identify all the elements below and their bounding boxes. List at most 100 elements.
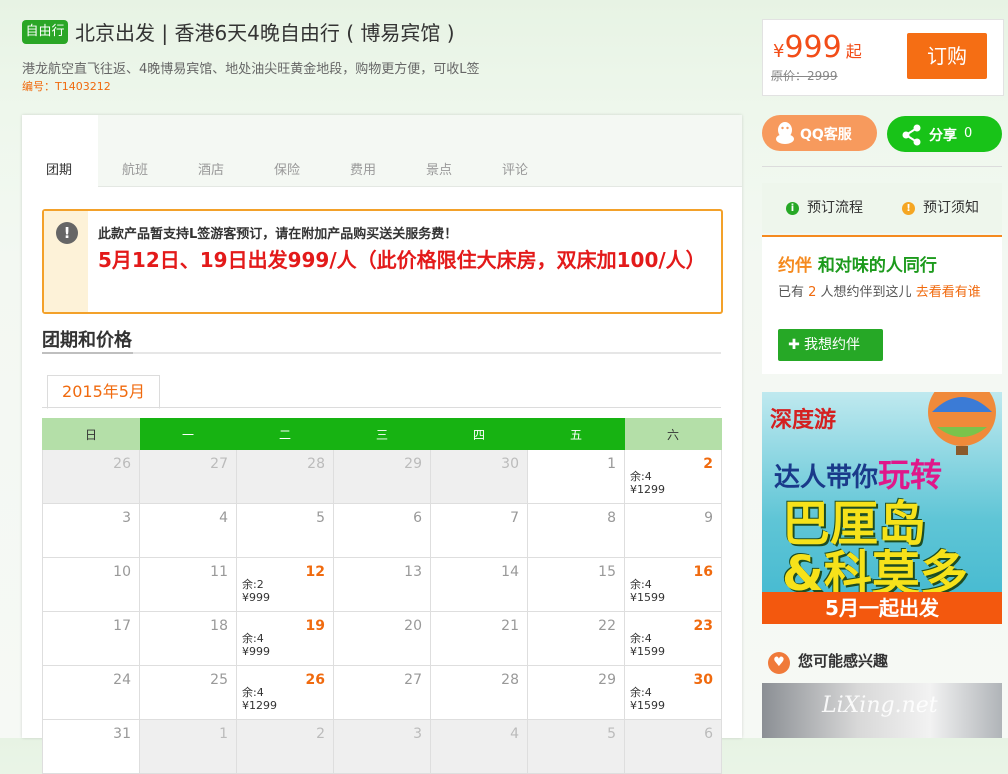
calendar-day: 24 (42, 665, 140, 720)
day-availability: 余:4 ¥1599 (630, 632, 665, 658)
calendar-week-row: 3 4 5 6 7 8 9 (42, 503, 722, 558)
day-price: ¥1299 (242, 699, 277, 712)
notice-box: ! 此款产品暂支持L签游客预订，请在附加产品购买送关服务费！ 5月12日、19日… (42, 209, 723, 314)
watermark: LiXing.net (822, 693, 938, 718)
companion-text: 已有 2 人想约伴到这儿 去看看有谁 (778, 282, 990, 303)
tab-attractions[interactable]: 景点 (426, 159, 452, 178)
alert-icon: ! (56, 222, 78, 244)
day-number: 5 (316, 510, 325, 526)
calendar-day: 14 (430, 557, 528, 612)
remaining-seats: 余:4 (630, 686, 652, 699)
month-tab[interactable]: 2015年5月 (47, 375, 160, 409)
price-calendar: 日一二三四五六 26 27 28 29 30 1 2 余:4 ¥1299 3 4 5 6 7 8 9 10 11 1… (42, 418, 722, 774)
recommend-image[interactable]: LiXing.net (762, 683, 1002, 738)
calendar-day-available[interactable]: 19 余:4 ¥999 (236, 611, 334, 666)
month-divider (42, 407, 721, 408)
booking-flow-label: 预订流程 (807, 200, 863, 216)
calendar-day: 6 (624, 719, 722, 774)
booking-notes-label: 预订须知 (923, 200, 979, 216)
calendar-day: 20 (333, 611, 431, 666)
original-price: 原价：2999 (771, 69, 838, 83)
booking-notes-link[interactable]: ! 预订须知 (902, 197, 979, 217)
info-icon: i (786, 202, 799, 215)
calendar-day-available[interactable]: 12 余:2 ¥999 (236, 557, 334, 612)
calendar-day: 29 (527, 665, 625, 720)
tab-schedule[interactable]: 团期 (46, 159, 73, 178)
calendar-day: 27 (139, 449, 237, 504)
weekday-header: 一 (139, 418, 237, 450)
calendar-day: 28 (236, 449, 334, 504)
day-number: 31 (113, 726, 131, 742)
day-number: 7 (510, 510, 519, 526)
weekday-header: 六 (624, 418, 722, 450)
companion-title: 约伴 和对味的人同行 (778, 251, 937, 276)
day-number: 5 (607, 726, 616, 742)
plus-icon: ✚ (788, 337, 800, 353)
tab-insurance[interactable]: 保险 (274, 159, 300, 178)
day-number: 3 (413, 726, 422, 742)
booking-info-bar: i 预订流程 ! 预订须知 (762, 183, 1002, 233)
promo-banner[interactable]: 深度游 达人带你玩转 巴厘岛 &科莫多 5月一起出发 (762, 392, 1002, 624)
remaining-seats: 余:4 (630, 632, 652, 645)
day-availability: 余:4 ¥1299 (242, 686, 277, 712)
divider (762, 166, 1002, 167)
tab-reviews[interactable]: 评论 (502, 159, 528, 178)
companion-logo: 约伴 (778, 256, 812, 276)
buy-button[interactable]: 订购 (907, 33, 987, 79)
remaining-seats: 余:4 (242, 686, 264, 699)
calendar-day: 21 (430, 611, 528, 666)
calendar-day: 11 (139, 557, 237, 612)
find-companion-button[interactable]: ✚ 我想约伴 (778, 329, 883, 361)
product-type-badge: 自由行 (22, 20, 68, 44)
day-number: 29 (598, 672, 616, 688)
qq-service-button[interactable]: QQ客服 (762, 115, 877, 151)
calendar-day-available[interactable]: 30 余:4 ¥1599 (624, 665, 722, 720)
calendar-week-row: 26 27 28 29 30 1 2 余:4 ¥1299 (42, 449, 722, 504)
companion-box: 约伴 和对味的人同行 已有 2 人想约伴到这儿 去看看有谁 ✚ 我想约伴 (762, 235, 1002, 374)
calendar-day-available[interactable]: 26 余:4 ¥1299 (236, 665, 334, 720)
day-number: 20 (404, 618, 422, 634)
calendar-day-available[interactable]: 16 余:4 ¥1599 (624, 557, 722, 612)
tab-fees[interactable]: 费用 (350, 159, 376, 178)
calendar-day-available[interactable]: 2 余:4 ¥1299 (624, 449, 722, 504)
day-price: ¥999 (242, 591, 270, 604)
weekday-header: 二 (236, 418, 334, 450)
price-amount: 999 (784, 30, 842, 65)
notice-highlight: 5月12日、19日出发999/人（此价格限住大床房，双床加100/人） (98, 248, 706, 272)
calendar-day-available[interactable]: 23 余:4 ¥1599 (624, 611, 722, 666)
page-title: 北京出发 | 香港6天4晚自由行 ( 博易宾馆 ) (75, 21, 455, 45)
tab-hotel[interactable]: 酒店 (198, 159, 224, 178)
day-number: 22 (598, 618, 616, 634)
day-number: 28 (501, 672, 519, 688)
day-number: 2 (316, 726, 325, 742)
day-number: 18 (210, 618, 228, 634)
section-divider (42, 352, 721, 354)
day-price: ¥1599 (630, 699, 665, 712)
day-number: 14 (501, 564, 519, 580)
section-underline (42, 352, 133, 354)
tab-flight[interactable]: 航班 (122, 159, 148, 178)
day-price: ¥1299 (630, 483, 665, 496)
calendar-week-row: 24 25 26 余:4 ¥1299 27 28 29 30 余:4 ¥1599 (42, 665, 722, 720)
see-who-link[interactable]: 去看看有谁 (916, 285, 981, 300)
current-price: ¥999 起 (773, 30, 862, 65)
day-number: 27 (404, 672, 422, 688)
day-number: 27 (210, 456, 228, 472)
calendar-day: 22 (527, 611, 625, 666)
heart-icon: ♥ (768, 652, 790, 674)
calendar-day: 13 (333, 557, 431, 612)
booking-flow-link[interactable]: i 预订流程 (786, 197, 863, 217)
share-button[interactable]: 分享 0 (887, 116, 1002, 152)
calendar-day: 30 (430, 449, 528, 504)
calendar-day: 1 (139, 719, 237, 774)
companion-heading: 和对味的人同行 (817, 256, 937, 276)
calendar-day: 4 (139, 503, 237, 558)
day-availability: 余:4 ¥1599 (630, 578, 665, 604)
day-number: 24 (113, 672, 131, 688)
day-availability: 余:4 ¥999 (242, 632, 270, 658)
remaining-seats: 余:4 (242, 632, 264, 645)
day-number: 13 (404, 564, 422, 580)
day-number: 3 (122, 510, 131, 526)
day-number: 30 (693, 672, 713, 688)
day-availability: 余:2 ¥999 (242, 578, 270, 604)
